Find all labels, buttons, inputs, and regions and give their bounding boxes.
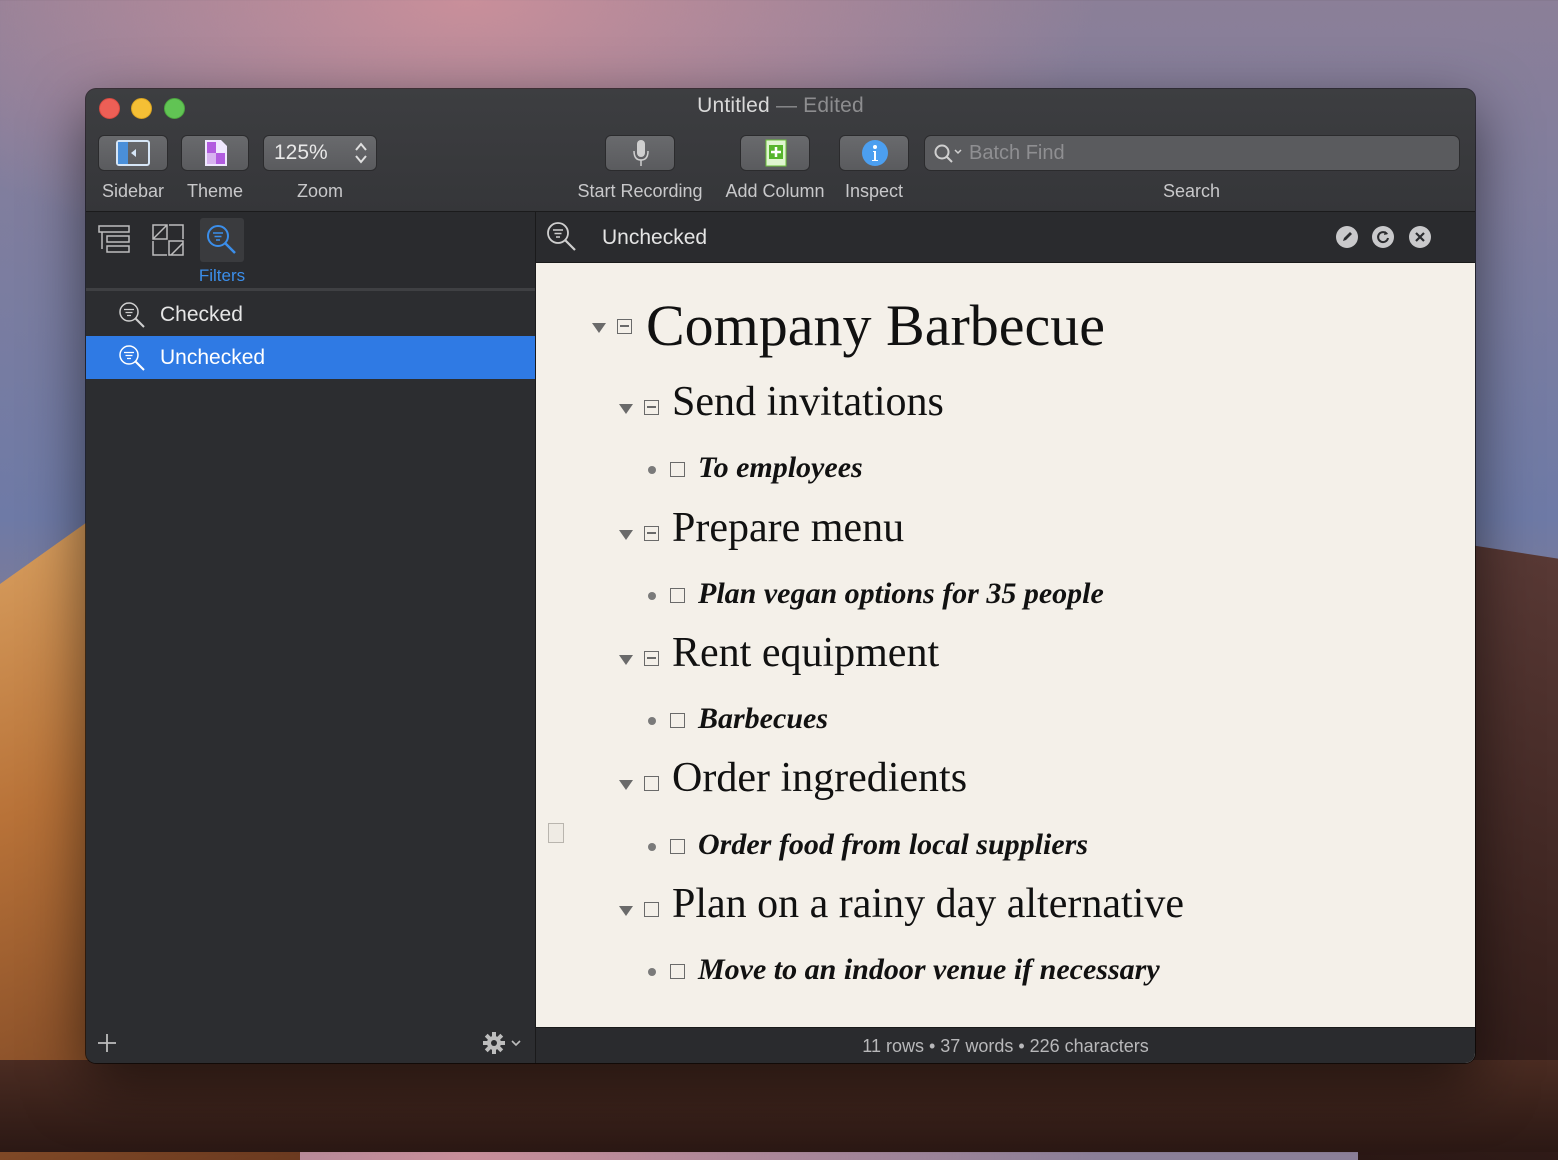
checkbox[interactable] <box>670 588 685 603</box>
bullet-icon <box>648 466 656 474</box>
outline-section-title[interactable]: Send invitations <box>672 378 944 426</box>
theme-label: Theme <box>186 181 244 201</box>
sidebar-icon <box>116 140 150 166</box>
microphone-icon <box>633 140 649 166</box>
zoom-label: Zoom <box>296 181 343 201</box>
checkbox[interactable] <box>670 713 685 728</box>
theme-icon <box>205 140 227 166</box>
outline-item-text[interactable]: Order food from local suppliers <box>698 828 1088 862</box>
titlebar: Untitled — Edited Sidebar Theme 125% Zoo… <box>86 89 1475 212</box>
refresh-icon <box>1377 231 1389 244</box>
app-window: Untitled — Edited Sidebar Theme 125% Zoo… <box>86 89 1475 1063</box>
outline-section-title[interactable]: Plan on a rainy day alternative <box>672 880 1184 928</box>
mixed-checkbox[interactable] <box>644 526 659 541</box>
note-icon[interactable] <box>548 823 564 843</box>
outline-item-text[interactable]: To employees <box>698 451 863 485</box>
sidebar-item-unchecked[interactable]: Unchecked <box>86 336 535 379</box>
zoom-value: 125% <box>274 141 328 164</box>
mixed-checkbox[interactable] <box>644 400 659 415</box>
outline-section-title[interactable]: Order ingredients <box>672 754 967 802</box>
mixed-checkbox[interactable] <box>644 651 659 666</box>
disclosure-triangle-icon[interactable] <box>619 404 633 414</box>
inspect-label: Inspect <box>844 181 904 201</box>
sidebar-tabs: Filters <box>86 212 535 288</box>
sidebar-item-label: Checked <box>160 303 243 326</box>
record-toolbar-item[interactable]: Start Recording <box>568 135 712 202</box>
document-name: Untitled <box>697 94 770 117</box>
checkbox[interactable] <box>644 902 659 917</box>
outline-item-text[interactable]: Plan vegan options for 35 people <box>698 577 1104 611</box>
info-icon <box>862 140 888 166</box>
add-column-button[interactable] <box>740 135 810 171</box>
theme-button[interactable] <box>181 135 249 171</box>
pencil-icon <box>1343 232 1352 241</box>
bullet-icon <box>648 717 656 725</box>
add-column-label: Add Column <box>725 181 825 201</box>
outline-item-text[interactable]: Move to an indoor venue if necessary <box>698 953 1160 987</box>
filters-tab-label: Filters <box>198 266 246 285</box>
disclosure-triangle-icon[interactable] <box>619 906 633 916</box>
zoom-toolbar-item[interactable]: 125% Zoom <box>263 135 377 202</box>
bullet-icon <box>648 592 656 600</box>
sidebar-divider <box>86 288 535 291</box>
sidebar: Filters Checked Unchecked <box>86 212 536 1063</box>
document-statistics: 11 rows • 37 words • 226 characters <box>862 1036 1149 1056</box>
zoom-stepper[interactable]: 125% <box>263 135 377 171</box>
styles-icon <box>152 224 184 256</box>
sidebar-item-checked[interactable]: Checked <box>86 293 535 336</box>
edited-indicator: — Edited <box>775 94 864 117</box>
batch-find-search-field[interactable]: Batch Find <box>924 135 1460 171</box>
checkbox[interactable] <box>670 462 685 477</box>
tab-outline[interactable] <box>92 218 136 262</box>
add-column-icon <box>765 139 787 167</box>
status-bar: 11 rows • 37 words • 226 characters <box>536 1027 1475 1063</box>
stepper-arrows-icon[interactable] <box>354 140 368 166</box>
sidebar-toggle-button[interactable] <box>98 135 168 171</box>
sidebar-item-label: Unchecked <box>160 346 266 369</box>
disclosure-triangle-icon[interactable] <box>619 655 633 665</box>
checkbox[interactable] <box>670 964 685 979</box>
refresh-filter-button[interactable] <box>1372 226 1394 248</box>
filter-search-icon <box>207 225 236 254</box>
bullet-icon <box>648 843 656 851</box>
search-placeholder: Batch Find <box>969 142 1065 164</box>
saved-filter-icon <box>119 302 145 328</box>
disclosure-triangle-icon[interactable] <box>592 323 606 333</box>
bullet-icon <box>648 968 656 976</box>
outline-section-title[interactable]: Prepare menu <box>672 504 904 552</box>
search-label: Search <box>1163 181 1221 201</box>
edit-filter-button[interactable] <box>1336 226 1358 248</box>
checkbox[interactable] <box>670 839 685 854</box>
desktop-dune-bottom <box>0 1060 1558 1152</box>
search-icon[interactable] <box>933 143 965 165</box>
outline-item-text[interactable]: Barbecues <box>698 702 828 736</box>
sidebar-label: Sidebar <box>101 181 165 201</box>
gear-icon[interactable] <box>482 1030 526 1056</box>
document-area: Unchecked Company Barbecue Send invitati… <box>536 212 1475 1063</box>
disclosure-triangle-icon[interactable] <box>619 530 633 540</box>
start-recording-label: Start Recording <box>577 181 703 201</box>
theme-toolbar-item[interactable]: Theme <box>181 135 249 202</box>
inspect-toolbar-item[interactable]: Inspect <box>839 135 909 202</box>
disclosure-triangle-icon[interactable] <box>619 780 633 790</box>
filter-search-icon <box>547 222 576 251</box>
filter-bar: Unchecked <box>536 212 1475 263</box>
start-recording-button[interactable] <box>605 135 675 171</box>
checkbox[interactable] <box>644 776 659 791</box>
close-filter-button[interactable] <box>1409 226 1431 248</box>
tab-filters[interactable] <box>200 218 244 262</box>
tab-styles[interactable] <box>146 218 190 262</box>
mixed-checkbox[interactable] <box>617 319 632 334</box>
outline-section-title[interactable]: Rent equipment <box>672 629 939 677</box>
outline-view-icon <box>98 225 130 253</box>
plus-icon[interactable] <box>96 1032 118 1054</box>
window-title: Untitled — Edited <box>86 94 1475 118</box>
inspect-button[interactable] <box>839 135 909 171</box>
outline-root-title[interactable]: Company Barbecue <box>646 292 1105 359</box>
saved-filter-icon <box>119 345 145 371</box>
sidebar-toolbar-item[interactable]: Sidebar <box>98 135 168 202</box>
close-icon <box>1415 232 1425 242</box>
add-column-toolbar-item[interactable]: Add Column <box>722 135 828 202</box>
filter-title: Unchecked <box>602 226 708 249</box>
